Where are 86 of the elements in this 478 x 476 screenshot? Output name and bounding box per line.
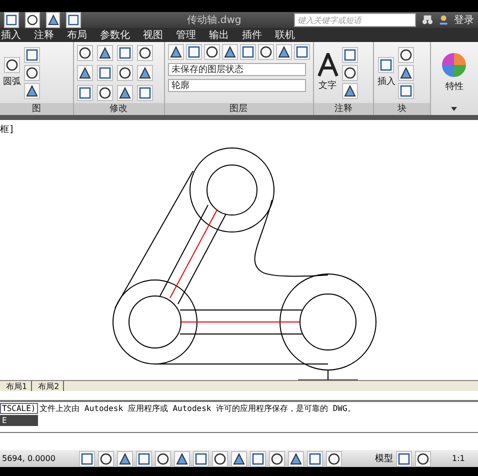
- tool-icon[interactable]: [4, 12, 19, 28]
- tool-icon[interactable]: [276, 44, 292, 60]
- login-link[interactable]: 登录: [454, 13, 474, 27]
- tool-icon[interactable]: [46, 12, 60, 28]
- tool-icon[interactable]: [24, 82, 40, 98]
- layer-dropdown[interactable]: 轮廓: [168, 79, 306, 92]
- tool-icon[interactable]: [342, 82, 358, 98]
- tool-icon[interactable]: [24, 46, 40, 62]
- tool-icon[interactable]: [342, 64, 358, 80]
- tool-icon[interactable]: [240, 44, 256, 60]
- tool-icon[interactable]: [204, 44, 220, 60]
- tool-icon[interactable]: [307, 450, 323, 466]
- tool-icon[interactable]: [396, 450, 412, 466]
- text-label[interactable]: 文字: [318, 79, 336, 92]
- ribbon-tab[interactable]: 插入: [1, 28, 21, 42]
- insert-label[interactable]: 插入: [377, 75, 396, 88]
- tool-icon[interactable]: [96, 84, 113, 100]
- tool-icon[interactable]: [136, 450, 152, 466]
- tool-icon[interactable]: [155, 450, 171, 466]
- model-button[interactable]: 模型: [375, 452, 393, 465]
- coordinates-readout: 5694, 0.0000: [2, 454, 56, 463]
- tool-icon[interactable]: [76, 64, 93, 80]
- tool-icon[interactable]: [174, 450, 190, 466]
- tool-icon[interactable]: [398, 82, 414, 98]
- tool-icon[interactable]: [294, 44, 310, 60]
- tool-icon[interactable]: [136, 44, 153, 60]
- arc-label[interactable]: 圆弧: [3, 75, 21, 88]
- tool-icon[interactable]: [258, 44, 274, 60]
- tool-icon[interactable]: [79, 450, 95, 466]
- command-input[interactable]: E: [0, 414, 38, 426]
- panel-title[interactable]: 注释: [314, 103, 374, 115]
- panel-title[interactable]: 图: [0, 103, 73, 115]
- properties-label[interactable]: 特性: [445, 80, 464, 93]
- tool-icon[interactable]: [186, 44, 202, 60]
- command-message: 文件上次由 Autodesk 应用程序或 Autodesk 许可的应用程序保存，是可靠的 DWG。: [40, 402, 356, 414]
- tool-icon[interactable]: [398, 46, 414, 62]
- tool-icon[interactable]: [136, 84, 153, 100]
- annotation-scale-button[interactable]: 1:1: [446, 453, 471, 464]
- search-field[interactable]: 键入关键字或短语: [294, 13, 416, 27]
- panel-title[interactable]: 图层: [164, 103, 312, 115]
- viewport-label[interactable]: 框]: [0, 123, 14, 136]
- tool-icon[interactable]: [269, 450, 285, 466]
- ribbon-tab[interactable]: 管理: [176, 28, 196, 42]
- tool-icon[interactable]: [288, 450, 304, 466]
- tool-icon[interactable]: [24, 12, 40, 28]
- tool-icon[interactable]: [168, 44, 184, 60]
- tool-icon[interactable]: [98, 450, 114, 466]
- binoculars-icon[interactable]: [422, 14, 433, 26]
- panel-title[interactable]: 块: [374, 103, 430, 115]
- ribbon-tab[interactable]: 插件: [242, 28, 262, 42]
- ribbon-tab[interactable]: 输出: [209, 28, 229, 42]
- tool-icon[interactable]: [117, 450, 133, 466]
- ribbon-tab[interactable]: 联机: [275, 28, 295, 42]
- ribbon-tab[interactable]: 布局: [67, 28, 87, 42]
- tool-icon[interactable]: [231, 450, 247, 466]
- tool-icon[interactable]: [222, 44, 238, 60]
- tool-icon[interactable]: [415, 450, 431, 466]
- ribbon-tab[interactable]: 视图: [143, 28, 163, 42]
- window-title: 传动轴.dwg: [187, 14, 242, 27]
- layer-state-dropdown[interactable]: 未保存的图层状态: [168, 63, 306, 76]
- tool-icon[interactable]: [212, 450, 228, 466]
- caret-icon[interactable]: [451, 107, 458, 111]
- tool-icon[interactable]: [136, 64, 153, 80]
- text-icon[interactable]: [316, 53, 338, 77]
- ribbon-tab[interactable]: 注释: [34, 28, 54, 42]
- ribbon-tab[interactable]: 参数化: [100, 28, 130, 42]
- tool-icon[interactable]: [116, 44, 133, 60]
- tool-icon[interactable]: [250, 450, 266, 466]
- tool-icon[interactable]: [24, 64, 40, 80]
- tool-icon[interactable]: [116, 64, 133, 80]
- tool-icon[interactable]: [326, 450, 342, 466]
- tool-icon[interactable]: [4, 57, 20, 73]
- tool-icon[interactable]: [193, 450, 209, 466]
- tool-icon[interactable]: [116, 84, 133, 100]
- tool-icon[interactable]: [96, 64, 113, 80]
- tool-icon[interactable]: [96, 44, 113, 60]
- command-history-tag: TSCALE): [0, 402, 38, 414]
- tool-icon[interactable]: [76, 84, 93, 100]
- tool-icon[interactable]: [76, 44, 93, 60]
- tool-icon[interactable]: [378, 57, 394, 73]
- user-icon[interactable]: [438, 14, 448, 26]
- tool-icon[interactable]: [66, 12, 82, 28]
- tool-icon[interactable]: [398, 64, 414, 80]
- panel-title[interactable]: 修改: [74, 103, 164, 115]
- color-wheel-icon[interactable]: [441, 52, 468, 78]
- tool-icon[interactable]: [342, 46, 358, 62]
